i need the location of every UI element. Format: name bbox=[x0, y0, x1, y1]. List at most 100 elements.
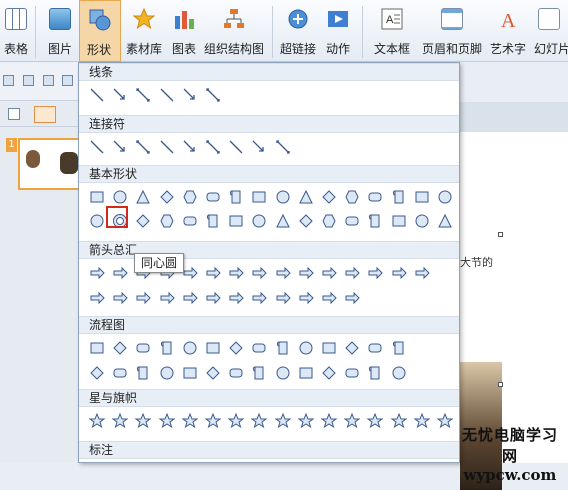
shape-option[interactable] bbox=[297, 413, 314, 429]
shape-option[interactable] bbox=[182, 340, 198, 356]
shape-option[interactable] bbox=[251, 340, 267, 356]
shape-option[interactable] bbox=[135, 290, 152, 306]
shape-option[interactable] bbox=[158, 413, 175, 429]
shape-option[interactable] bbox=[205, 413, 221, 429]
shape-option[interactable] bbox=[182, 265, 198, 281]
shape-option[interactable] bbox=[344, 413, 361, 429]
shape-option[interactable] bbox=[367, 340, 383, 356]
shape-option[interactable] bbox=[274, 413, 291, 429]
shape-option[interactable] bbox=[89, 340, 105, 356]
shape-option[interactable] bbox=[251, 365, 267, 381]
shape-option[interactable] bbox=[135, 189, 151, 205]
shape-option[interactable] bbox=[321, 290, 337, 306]
shape-option[interactable] bbox=[321, 340, 337, 356]
shape-option[interactable] bbox=[251, 290, 268, 306]
shape-option[interactable] bbox=[159, 87, 175, 103]
shape-option[interactable] bbox=[298, 213, 314, 229]
shape-option[interactable] bbox=[89, 213, 105, 229]
shape-option[interactable] bbox=[112, 413, 129, 429]
shape-option[interactable] bbox=[251, 139, 267, 155]
undo-icon[interactable] bbox=[62, 75, 73, 86]
shape-option[interactable] bbox=[344, 290, 360, 306]
shape-option[interactable] bbox=[344, 340, 360, 356]
shape-option[interactable] bbox=[228, 265, 244, 281]
ribbon-action[interactable]: 动作 bbox=[320, 0, 356, 62]
shape-option[interactable] bbox=[228, 413, 245, 429]
shape-option[interactable] bbox=[437, 413, 453, 429]
ribbon-picture[interactable]: 图片 bbox=[40, 0, 80, 62]
shape-option[interactable] bbox=[89, 413, 105, 429]
shape-option[interactable] bbox=[414, 189, 430, 205]
shape-option[interactable] bbox=[275, 139, 291, 155]
shape-option[interactable] bbox=[135, 340, 151, 356]
shape-option[interactable] bbox=[159, 340, 175, 356]
shape-option[interactable] bbox=[159, 290, 175, 306]
shape-option[interactable] bbox=[391, 365, 407, 381]
shape-option[interactable] bbox=[205, 340, 221, 356]
shape-option[interactable] bbox=[298, 290, 314, 306]
shape-option[interactable] bbox=[437, 213, 453, 229]
shape-option[interactable] bbox=[89, 139, 105, 155]
shape-option[interactable] bbox=[321, 213, 337, 229]
shape-option[interactable] bbox=[275, 340, 291, 356]
slides-tab-icon[interactable] bbox=[34, 106, 56, 123]
shape-option[interactable] bbox=[205, 365, 221, 381]
shape-option[interactable] bbox=[112, 139, 128, 155]
shape-option[interactable] bbox=[251, 265, 268, 281]
shape-option[interactable] bbox=[413, 413, 430, 429]
shape-option[interactable] bbox=[182, 365, 198, 381]
shape-option[interactable] bbox=[205, 290, 221, 306]
shape-option[interactable] bbox=[182, 189, 198, 205]
shape-option[interactable] bbox=[182, 213, 198, 229]
shape-option[interactable] bbox=[251, 413, 268, 429]
ribbon-slide[interactable]: 幻灯片 bbox=[530, 0, 568, 62]
slide-page[interactable]: 大节的 bbox=[460, 132, 568, 490]
shape-option[interactable] bbox=[89, 265, 105, 281]
shape-option[interactable] bbox=[135, 365, 151, 381]
shape-option[interactable] bbox=[159, 365, 175, 381]
shape-option[interactable] bbox=[182, 87, 198, 103]
shape-option[interactable] bbox=[275, 189, 291, 205]
shape-option[interactable] bbox=[182, 139, 198, 155]
ribbon-material[interactable]: 素材库 bbox=[122, 0, 166, 62]
shape-option[interactable] bbox=[135, 413, 152, 429]
shape-option[interactable] bbox=[205, 213, 221, 229]
shape-option[interactable] bbox=[321, 189, 337, 205]
shape-option[interactable] bbox=[251, 189, 267, 205]
shape-option[interactable] bbox=[367, 213, 383, 229]
shape-option[interactable] bbox=[135, 87, 151, 103]
shape-option[interactable] bbox=[298, 189, 314, 205]
shape-option[interactable] bbox=[275, 265, 291, 281]
shape-option[interactable] bbox=[298, 365, 314, 381]
shape-option[interactable] bbox=[112, 189, 128, 205]
shape-option[interactable] bbox=[205, 139, 221, 155]
resize-handle[interactable] bbox=[498, 232, 503, 237]
shape-option[interactable] bbox=[228, 290, 244, 306]
shape-option[interactable] bbox=[228, 213, 244, 229]
save-icon[interactable] bbox=[23, 75, 34, 86]
shape-option[interactable] bbox=[321, 365, 337, 381]
shape-option[interactable] bbox=[159, 189, 175, 205]
shape-option[interactable] bbox=[205, 87, 221, 103]
shape-option[interactable] bbox=[182, 290, 198, 306]
shape-option[interactable] bbox=[205, 265, 221, 281]
shape-option[interactable] bbox=[251, 213, 267, 229]
shape-option[interactable] bbox=[321, 265, 337, 281]
print-icon[interactable] bbox=[43, 75, 54, 86]
shape-option[interactable] bbox=[181, 413, 198, 429]
shape-option[interactable] bbox=[89, 290, 105, 306]
shape-option[interactable] bbox=[112, 365, 128, 381]
shape-option[interactable] bbox=[344, 265, 360, 281]
shape-option[interactable] bbox=[298, 340, 314, 356]
shape-option[interactable] bbox=[344, 213, 360, 229]
shape-option[interactable] bbox=[367, 413, 384, 429]
ribbon-shapes[interactable]: 形状 bbox=[79, 0, 121, 62]
shape-option[interactable] bbox=[112, 87, 128, 103]
shape-option[interactable] bbox=[89, 189, 105, 205]
shape-option[interactable] bbox=[112, 290, 128, 306]
shape-option[interactable] bbox=[437, 189, 453, 205]
shape-option[interactable] bbox=[391, 189, 407, 205]
ribbon-org-chart[interactable]: 组织结构图 bbox=[202, 0, 266, 62]
shape-option[interactable] bbox=[135, 213, 151, 229]
shape-option[interactable] bbox=[89, 365, 105, 381]
